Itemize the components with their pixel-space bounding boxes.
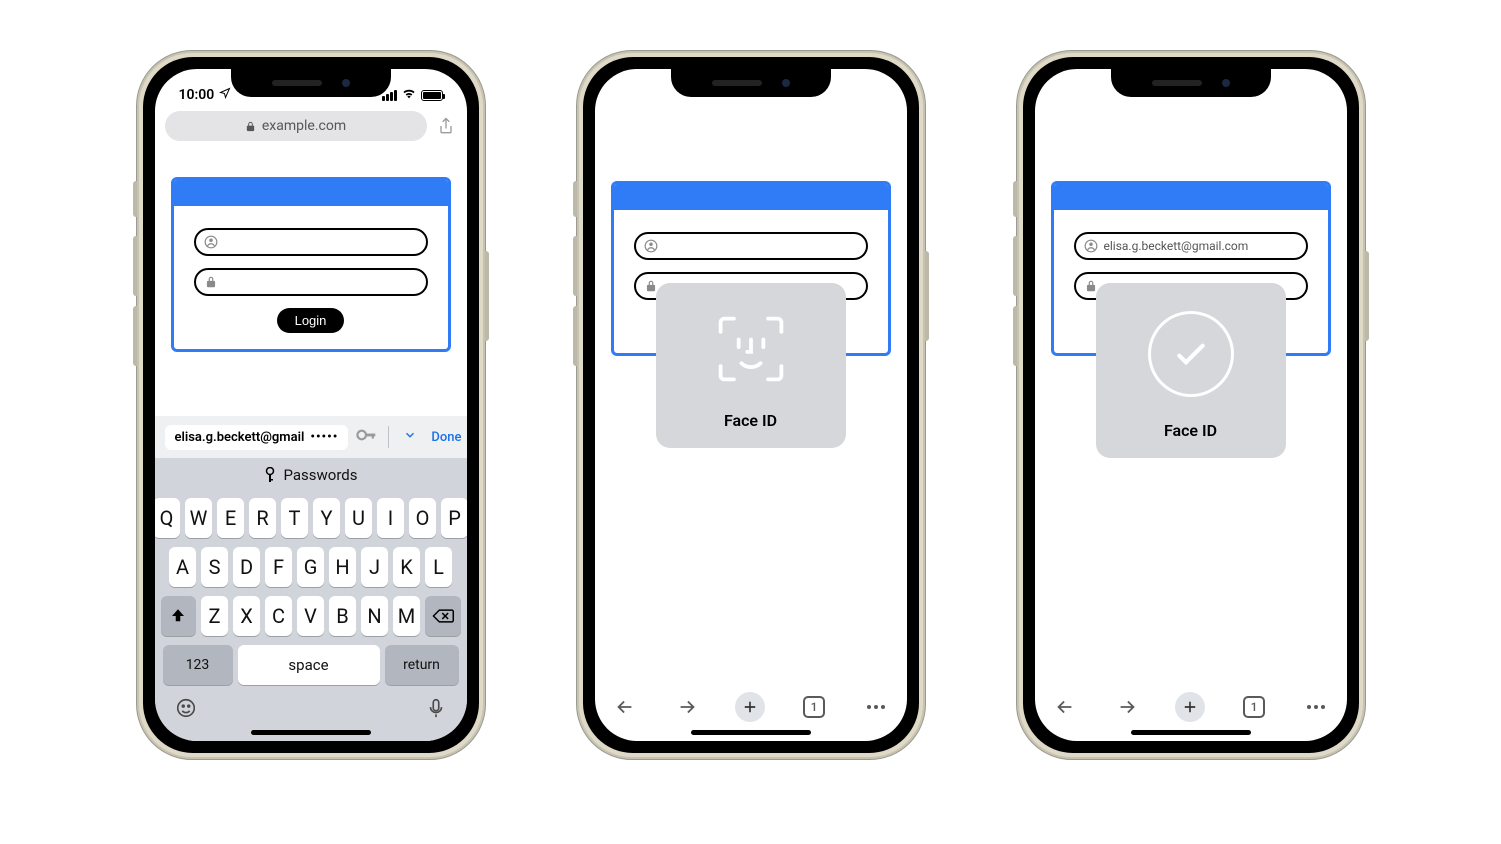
credential-suggestion[interactable]: elisa.g.beckett@gmail ••••• [165, 425, 349, 450]
key-l[interactable]: L [425, 547, 452, 587]
newtab-button[interactable] [735, 692, 765, 722]
person-icon [1084, 239, 1098, 253]
phone-mockup-2: Login Face ID 1 [576, 50, 926, 760]
faceid-icon [713, 311, 789, 387]
emoji-button[interactable] [175, 697, 197, 723]
mic-button[interactable] [425, 697, 447, 723]
key-e[interactable]: E [217, 498, 244, 538]
key-z[interactable]: Z [201, 596, 228, 636]
home-indicator[interactable] [251, 730, 371, 735]
keyboard: elisa.g.beckett@gmail ••••• Done [155, 416, 467, 741]
key-123[interactable]: 123 [163, 645, 233, 685]
chevron-down-icon[interactable] [401, 428, 419, 446]
home-indicator[interactable] [691, 730, 811, 735]
key-p[interactable]: P [441, 498, 467, 538]
lock-icon [1084, 279, 1098, 293]
key-b[interactable]: B [329, 596, 356, 636]
forward-button[interactable] [1114, 694, 1140, 720]
battery-icon [421, 90, 443, 101]
key-i[interactable]: I [377, 498, 404, 538]
faceid-label: Face ID [724, 411, 777, 430]
backspace-key[interactable] [425, 596, 461, 636]
key-q[interactable]: Q [155, 498, 181, 538]
faceid-prompt: Face ID [656, 283, 846, 448]
faceid-label: Face ID [1164, 421, 1217, 440]
lock-icon [245, 121, 256, 132]
notch [671, 69, 831, 97]
lock-icon [204, 275, 218, 289]
key-w[interactable]: W [185, 498, 212, 538]
more-button[interactable] [1303, 694, 1329, 720]
phone-mockup-3: elisa.g.beckett@gmail.com •••••••••• Log… [1016, 50, 1366, 760]
key-y[interactable]: Y [313, 498, 340, 538]
keyboard-suggestion-row: elisa.g.beckett@gmail ••••• Done [155, 416, 467, 458]
key-icon [264, 467, 276, 483]
key-j[interactable]: J [361, 547, 388, 587]
notch [231, 69, 391, 97]
key-o[interactable]: O [409, 498, 436, 538]
person-icon [204, 235, 218, 249]
key-h[interactable]: H [329, 547, 356, 587]
login-card: Login [171, 177, 451, 352]
tabs-button[interactable]: 1 [801, 694, 827, 720]
email-field[interactable] [194, 228, 428, 256]
forward-button[interactable] [674, 694, 700, 720]
key-m[interactable]: M [393, 596, 420, 636]
email-field[interactable]: elisa.g.beckett@gmail.com [1074, 232, 1308, 260]
lock-icon [644, 279, 658, 293]
key-d[interactable]: D [233, 547, 260, 587]
key-icon[interactable] [356, 428, 376, 446]
key-r[interactable]: R [249, 498, 276, 538]
email-field[interactable] [634, 232, 868, 260]
newtab-button[interactable] [1175, 692, 1205, 722]
passwords-row[interactable]: Passwords [155, 458, 467, 492]
key-k[interactable]: K [393, 547, 420, 587]
faceid-prompt: Face ID [1096, 283, 1286, 458]
home-indicator[interactable] [1131, 730, 1251, 735]
url-text: example.com [262, 118, 346, 134]
screen: elisa.g.beckett@gmail.com •••••••••• Log… [1035, 69, 1347, 741]
key-g[interactable]: G [297, 547, 324, 587]
screen: Login Face ID 1 [595, 69, 907, 741]
tabs-button[interactable]: 1 [1241, 694, 1267, 720]
key-s[interactable]: S [201, 547, 228, 587]
wifi-icon [401, 87, 417, 103]
key-u[interactable]: U [345, 498, 372, 538]
screen: 10:00 example.com [155, 69, 467, 741]
key-f[interactable]: F [265, 547, 292, 587]
shift-key[interactable] [161, 596, 197, 636]
key-x[interactable]: X [233, 596, 260, 636]
key-c[interactable]: C [265, 596, 292, 636]
key-v[interactable]: V [297, 596, 324, 636]
location-icon [219, 87, 231, 103]
key-t[interactable]: T [281, 498, 308, 538]
person-icon [644, 239, 658, 253]
more-button[interactable] [863, 694, 889, 720]
status-time: 10:00 [179, 87, 215, 103]
key-return[interactable]: return [385, 645, 459, 685]
phone-mockup-1: 10:00 example.com [136, 50, 486, 760]
password-field[interactable] [194, 268, 428, 296]
share-button[interactable] [435, 115, 457, 137]
back-button[interactable] [1052, 694, 1078, 720]
key-space[interactable]: space [238, 645, 380, 685]
email-value: elisa.g.beckett@gmail.com [1104, 239, 1249, 253]
keyboard-done[interactable]: Done [431, 430, 461, 445]
notch [1111, 69, 1271, 97]
key-n[interactable]: N [361, 596, 388, 636]
check-icon [1148, 311, 1234, 397]
url-bar[interactable]: example.com [165, 111, 427, 141]
key-a[interactable]: A [169, 547, 196, 587]
back-button[interactable] [612, 694, 638, 720]
login-button[interactable]: Login [277, 308, 345, 333]
